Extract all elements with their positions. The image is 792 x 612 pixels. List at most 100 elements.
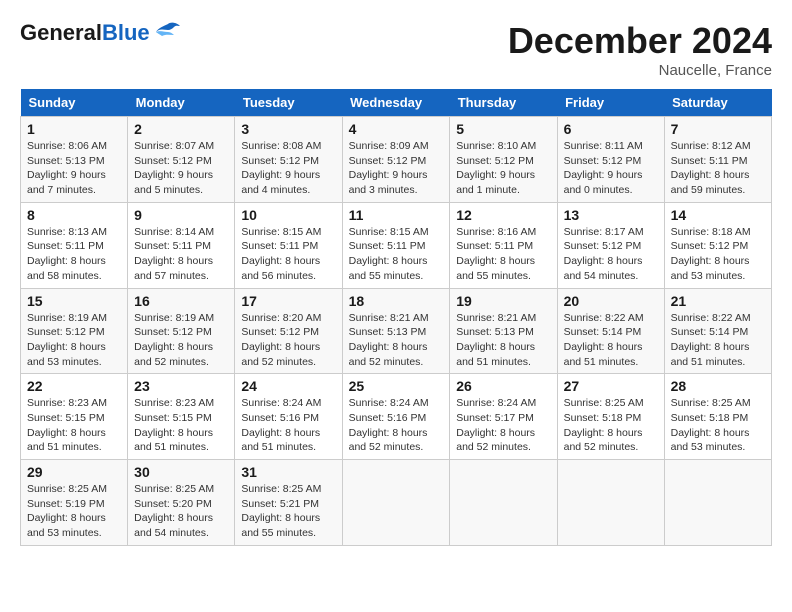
calendar-cell: 2 Sunrise: 8:07 AM Sunset: 5:12 PM Dayli… — [128, 117, 235, 203]
daylight-label: Daylight: 9 hours and 1 minute. — [456, 169, 535, 196]
day-number: 24 — [241, 378, 335, 394]
day-info: Sunrise: 8:12 AM Sunset: 5:11 PM Dayligh… — [671, 139, 765, 198]
logo-blue: Blue — [102, 20, 150, 45]
day-number: 23 — [134, 378, 228, 394]
sunset-label: Sunset: 5:17 PM — [456, 412, 534, 424]
calendar-cell: 23 Sunrise: 8:23 AM Sunset: 5:15 PM Dayl… — [128, 374, 235, 460]
sunset-label: Sunset: 5:15 PM — [27, 412, 105, 424]
sunset-label: Sunset: 5:16 PM — [349, 412, 427, 424]
daylight-label: Daylight: 8 hours and 51 minutes. — [27, 427, 106, 454]
day-number: 21 — [671, 293, 765, 309]
calendar-cell — [664, 460, 771, 546]
sunrise-label: Sunrise: 8:20 AM — [241, 312, 321, 324]
col-friday: Friday — [557, 89, 664, 117]
sunset-label: Sunset: 5:12 PM — [564, 240, 642, 252]
daylight-label: Daylight: 8 hours and 51 minutes. — [134, 427, 213, 454]
sunrise-label: Sunrise: 8:22 AM — [671, 312, 751, 324]
daylight-label: Daylight: 8 hours and 52 minutes. — [564, 427, 643, 454]
sunrise-label: Sunrise: 8:25 AM — [241, 483, 321, 495]
sunrise-label: Sunrise: 8:18 AM — [671, 226, 751, 238]
sunrise-label: Sunrise: 8:10 AM — [456, 140, 536, 152]
sunset-label: Sunset: 5:13 PM — [27, 155, 105, 167]
day-number: 16 — [134, 293, 228, 309]
sunset-label: Sunset: 5:12 PM — [671, 240, 749, 252]
sunrise-label: Sunrise: 8:14 AM — [134, 226, 214, 238]
calendar-cell: 21 Sunrise: 8:22 AM Sunset: 5:14 PM Dayl… — [664, 288, 771, 374]
day-number: 25 — [349, 378, 444, 394]
daylight-label: Daylight: 8 hours and 53 minutes. — [671, 255, 750, 282]
day-info: Sunrise: 8:19 AM Sunset: 5:12 PM Dayligh… — [134, 311, 228, 370]
calendar-cell: 12 Sunrise: 8:16 AM Sunset: 5:11 PM Dayl… — [450, 202, 557, 288]
location: Naucelle, France — [508, 62, 772, 79]
day-info: Sunrise: 8:23 AM Sunset: 5:15 PM Dayligh… — [27, 396, 121, 455]
sunset-label: Sunset: 5:12 PM — [241, 155, 319, 167]
day-number: 19 — [456, 293, 550, 309]
calendar-cell: 22 Sunrise: 8:23 AM Sunset: 5:15 PM Dayl… — [21, 374, 128, 460]
day-number: 2 — [134, 121, 228, 137]
sunset-label: Sunset: 5:12 PM — [27, 326, 105, 338]
col-sunday: Sunday — [21, 89, 128, 117]
daylight-label: Daylight: 8 hours and 52 minutes. — [134, 341, 213, 368]
col-thursday: Thursday — [450, 89, 557, 117]
daylight-label: Daylight: 8 hours and 51 minutes. — [564, 341, 643, 368]
sunset-label: Sunset: 5:11 PM — [671, 155, 748, 167]
sunset-label: Sunset: 5:12 PM — [564, 155, 642, 167]
calendar-cell: 13 Sunrise: 8:17 AM Sunset: 5:12 PM Dayl… — [557, 202, 664, 288]
calendar-cell: 16 Sunrise: 8:19 AM Sunset: 5:12 PM Dayl… — [128, 288, 235, 374]
header: GeneralBlue December 2024 Naucelle, Fran… — [20, 20, 772, 79]
day-number: 10 — [241, 207, 335, 223]
col-monday: Monday — [128, 89, 235, 117]
daylight-label: Daylight: 9 hours and 3 minutes. — [349, 169, 428, 196]
day-number: 1 — [27, 121, 121, 137]
day-number: 6 — [564, 121, 658, 137]
daylight-label: Daylight: 9 hours and 7 minutes. — [27, 169, 106, 196]
day-number: 8 — [27, 207, 121, 223]
day-number: 27 — [564, 378, 658, 394]
day-info: Sunrise: 8:24 AM Sunset: 5:17 PM Dayligh… — [456, 396, 550, 455]
daylight-label: Daylight: 8 hours and 58 minutes. — [27, 255, 106, 282]
calendar-cell: 8 Sunrise: 8:13 AM Sunset: 5:11 PM Dayli… — [21, 202, 128, 288]
sunrise-label: Sunrise: 8:15 AM — [349, 226, 429, 238]
day-number: 18 — [349, 293, 444, 309]
day-number: 17 — [241, 293, 335, 309]
calendar-cell: 29 Sunrise: 8:25 AM Sunset: 5:19 PM Dayl… — [21, 460, 128, 546]
sunset-label: Sunset: 5:13 PM — [456, 326, 534, 338]
day-number: 11 — [349, 207, 444, 223]
sunset-label: Sunset: 5:18 PM — [671, 412, 749, 424]
sunrise-label: Sunrise: 8:11 AM — [564, 140, 643, 152]
day-info: Sunrise: 8:14 AM Sunset: 5:11 PM Dayligh… — [134, 225, 228, 284]
daylight-label: Daylight: 8 hours and 52 minutes. — [241, 341, 320, 368]
calendar-cell: 30 Sunrise: 8:25 AM Sunset: 5:20 PM Dayl… — [128, 460, 235, 546]
sunset-label: Sunset: 5:12 PM — [456, 155, 534, 167]
calendar-cell: 28 Sunrise: 8:25 AM Sunset: 5:18 PM Dayl… — [664, 374, 771, 460]
calendar-cell: 6 Sunrise: 8:11 AM Sunset: 5:12 PM Dayli… — [557, 117, 664, 203]
daylight-label: Daylight: 9 hours and 5 minutes. — [134, 169, 213, 196]
sunrise-label: Sunrise: 8:06 AM — [27, 140, 107, 152]
daylight-label: Daylight: 8 hours and 54 minutes. — [564, 255, 643, 282]
sunset-label: Sunset: 5:11 PM — [134, 240, 211, 252]
day-info: Sunrise: 8:09 AM Sunset: 5:12 PM Dayligh… — [349, 139, 444, 198]
daylight-label: Daylight: 8 hours and 55 minutes. — [456, 255, 535, 282]
daylight-label: Daylight: 8 hours and 52 minutes. — [456, 427, 535, 454]
sunrise-label: Sunrise: 8:12 AM — [671, 140, 751, 152]
daylight-label: Daylight: 9 hours and 0 minutes. — [564, 169, 643, 196]
daylight-label: Daylight: 8 hours and 52 minutes. — [349, 427, 428, 454]
sunrise-label: Sunrise: 8:22 AM — [564, 312, 644, 324]
daylight-label: Daylight: 8 hours and 55 minutes. — [241, 512, 320, 539]
calendar-week-row: 29 Sunrise: 8:25 AM Sunset: 5:19 PM Dayl… — [21, 460, 772, 546]
sunrise-label: Sunrise: 8:24 AM — [456, 397, 536, 409]
day-info: Sunrise: 8:23 AM Sunset: 5:15 PM Dayligh… — [134, 396, 228, 455]
day-info: Sunrise: 8:10 AM Sunset: 5:12 PM Dayligh… — [456, 139, 550, 198]
daylight-label: Daylight: 8 hours and 51 minutes. — [456, 341, 535, 368]
calendar-table: Sunday Monday Tuesday Wednesday Thursday… — [20, 89, 772, 546]
day-info: Sunrise: 8:18 AM Sunset: 5:12 PM Dayligh… — [671, 225, 765, 284]
day-info: Sunrise: 8:15 AM Sunset: 5:11 PM Dayligh… — [349, 225, 444, 284]
sunset-label: Sunset: 5:14 PM — [564, 326, 642, 338]
sunrise-label: Sunrise: 8:23 AM — [27, 397, 107, 409]
day-number: 12 — [456, 207, 550, 223]
sunrise-label: Sunrise: 8:25 AM — [134, 483, 214, 495]
col-wednesday: Wednesday — [342, 89, 450, 117]
calendar-week-row: 1 Sunrise: 8:06 AM Sunset: 5:13 PM Dayli… — [21, 117, 772, 203]
day-number: 26 — [456, 378, 550, 394]
calendar-body: 1 Sunrise: 8:06 AM Sunset: 5:13 PM Dayli… — [21, 117, 772, 546]
